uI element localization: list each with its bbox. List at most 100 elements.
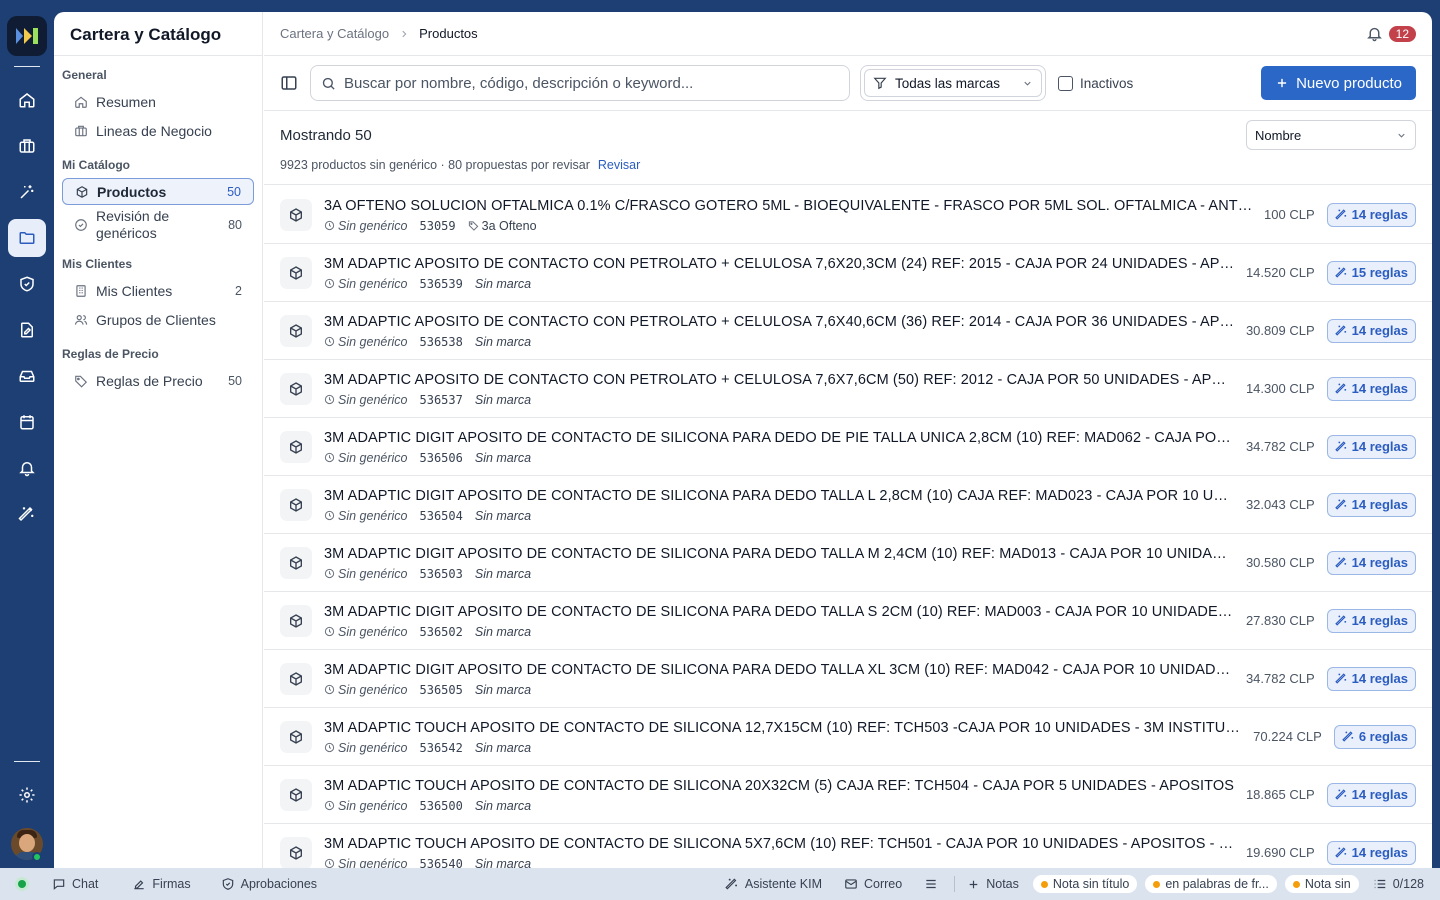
sidebar-item-revision-genericos[interactable]: Revisión de genéricos 80	[62, 207, 254, 243]
sidebar-item-grupos-clientes[interactable]: Grupos de Clientes	[62, 306, 254, 333]
clock-icon	[324, 278, 338, 289]
price-rules-badge[interactable]: 14 reglas	[1326, 318, 1416, 343]
box-icon	[76, 185, 88, 198]
price-rules-badge[interactable]: 14 reglas	[1326, 666, 1416, 691]
brand-label: Sin marca	[474, 334, 532, 349]
product-row[interactable]: 3M ADAPTIC DIGIT APOSITO DE CONTACTO DE …	[264, 650, 1432, 708]
chat-button[interactable]: Chat	[52, 877, 98, 891]
magic-wand-icon	[1334, 498, 1352, 511]
users-icon	[74, 314, 88, 325]
chat-icon	[53, 879, 65, 890]
notes-list-button[interactable]: 0/128	[1373, 877, 1424, 891]
plus-icon	[1278, 78, 1287, 88]
rules-label: 14 reglas	[1351, 787, 1408, 802]
notification-count-badge[interactable]: 12	[1388, 25, 1416, 42]
notification-bell-icon[interactable]	[1366, 25, 1383, 42]
sidebar-item-mis-clientes[interactable]: Mis Clientes 2	[62, 277, 254, 304]
generic-label: Sin genérico	[338, 566, 408, 581]
inactive-toggle[interactable]: Inactivos	[1058, 75, 1133, 91]
firmas-button[interactable]: Firmas	[132, 877, 191, 891]
magic-wand-icon	[1334, 846, 1352, 859]
product-row[interactable]: 3M ADAPTIC TOUCH APOSITO DE CONTACTO DE …	[264, 824, 1432, 868]
generic-label: Sin genérico	[338, 508, 408, 523]
generic-label: Sin genérico	[338, 276, 408, 291]
product-brand: Sin marca	[475, 393, 531, 407]
inbox-icon[interactable]	[8, 357, 46, 395]
price-rules-badge[interactable]: 6 reglas	[1333, 724, 1416, 749]
generic-status: Sin genérico	[324, 219, 408, 233]
sidebar-item-lineas-de-negocio[interactable]: Lineas de Negocio	[62, 117, 254, 144]
note-tab[interactable]: en palabras de fr...	[1145, 875, 1277, 893]
review-link[interactable]: Revisar	[598, 158, 640, 172]
toggle-sidebar-icon[interactable]	[280, 74, 298, 92]
sparkle-wand-icon[interactable]	[8, 173, 46, 211]
aprobaciones-button[interactable]: Aprobaciones	[221, 877, 317, 891]
product-brand: Sin marca	[475, 625, 531, 639]
sidebar-item-count: 2	[235, 283, 242, 298]
home-icon[interactable]	[8, 81, 46, 119]
sidebar-item-resumen[interactable]: Resumen	[62, 88, 254, 115]
shield-check-icon[interactable]	[8, 265, 46, 303]
magic-wand-icon	[725, 878, 737, 890]
product-name: 3M ADAPTIC TOUCH APOSITO DE CONTACTO DE …	[324, 777, 1234, 794]
mail-icon	[845, 879, 857, 889]
price-rules-badge[interactable]: 15 reglas	[1326, 260, 1416, 285]
product-row[interactable]: 3M ADAPTIC APOSITO DE CONTACTO CON PETRO…	[264, 360, 1432, 418]
building-icon	[76, 284, 86, 297]
folder-icon[interactable]	[8, 219, 46, 257]
price-rules-badge[interactable]: 14 reglas	[1326, 608, 1416, 633]
product-price: 70.224 CLP	[1253, 729, 1322, 744]
correo-button[interactable]: Correo	[844, 877, 902, 891]
search-input[interactable]	[344, 74, 839, 92]
bell-icon[interactable]	[8, 449, 46, 487]
new-product-button[interactable]: Nuevo producto	[1261, 66, 1416, 100]
product-row[interactable]: 3M ADAPTIC APOSITO DE CONTACTO CON PETRO…	[264, 302, 1432, 360]
product-row[interactable]: 3M ADAPTIC APOSITO DE CONTACTO CON PETRO…	[264, 244, 1432, 302]
price-rules-badge[interactable]: 14 reglas	[1326, 376, 1416, 401]
magic-wand-icon	[1334, 556, 1352, 569]
product-row[interactable]: 3M ADAPTIC TOUCH APOSITO DE CONTACTO DE …	[264, 708, 1432, 766]
product-row[interactable]: 3A OFTENO SOLUCION OFTALMICA 0.1% C/FRAS…	[264, 186, 1432, 244]
sidebar-item-productos[interactable]: Productos 50	[62, 178, 254, 205]
calendar-icon[interactable]	[8, 403, 46, 441]
tag-icon	[75, 375, 88, 388]
note-tab[interactable]: Nota sin título	[1032, 875, 1138, 893]
product-row[interactable]: 3M ADAPTIC DIGIT APOSITO DE CONTACTO DE …	[264, 534, 1432, 592]
sidebar-section-catalogo: Mi Catálogo	[62, 158, 130, 172]
note-tab[interactable]: Nota sin	[1284, 875, 1359, 893]
magic-wand-icon[interactable]	[8, 495, 46, 533]
product-row[interactable]: 3M ADAPTIC DIGIT APOSITO DE CONTACTO DE …	[264, 418, 1432, 476]
inactive-checkbox[interactable]	[1058, 75, 1073, 91]
sort-select[interactable]: Nombre	[1246, 120, 1416, 150]
product-row[interactable]: 3M ADAPTIC DIGIT APOSITO DE CONTACTO DE …	[264, 592, 1432, 650]
top-bar: Cartera y Catálogo Productos 12	[264, 12, 1432, 56]
product-meta: Sin genérico 536503 Sin marca	[324, 567, 1236, 581]
generic-label: Sin genérico	[338, 624, 408, 639]
price-rules-badge[interactable]: 14 reglas	[1326, 202, 1416, 227]
app-logo[interactable]	[7, 16, 47, 56]
sidebar-item-reglas-precio[interactable]: Reglas de Precio 50	[62, 367, 254, 394]
status-row: Mostrando 50 9923 productos sin genérico…	[264, 111, 1432, 185]
breadcrumb-parent[interactable]: Cartera y Catálogo	[280, 26, 389, 41]
product-info: 3M ADAPTIC TOUCH APOSITO DE CONTACTO DE …	[324, 777, 1236, 813]
product-price: 100 CLP	[1264, 207, 1315, 222]
price-rules-badge[interactable]: 14 reglas	[1326, 840, 1416, 865]
menu-button[interactable]	[924, 877, 944, 891]
asistente-button[interactable]: Asistente KIM	[725, 877, 822, 891]
price-rules-badge[interactable]: 14 reglas	[1326, 492, 1416, 517]
product-row[interactable]: 3M ADAPTIC DIGIT APOSITO DE CONTACTO DE …	[264, 476, 1432, 534]
file-edit-icon[interactable]	[8, 311, 46, 349]
product-meta: Sin genérico 536539 Sin marca	[324, 277, 1236, 291]
settings-icon[interactable]	[8, 776, 46, 814]
box-icon	[280, 430, 312, 463]
product-info: 3M ADAPTIC APOSITO DE CONTACTO CON PETRO…	[324, 313, 1236, 349]
brand-filter-select[interactable]: Todas las marcas	[864, 69, 1042, 97]
price-rules-badge[interactable]: 14 reglas	[1326, 434, 1416, 459]
briefcase-icon[interactable]	[8, 127, 46, 165]
product-row[interactable]: 3M ADAPTIC TOUCH APOSITO DE CONTACTO DE …	[264, 766, 1432, 824]
app-title: Cartera y Catálogo	[54, 12, 262, 56]
price-rules-badge[interactable]: 14 reglas	[1326, 550, 1416, 575]
notas-button[interactable]: Notas	[967, 877, 1019, 891]
price-rules-badge[interactable]: 14 reglas	[1326, 782, 1416, 807]
product-code: 536503	[419, 566, 463, 581]
